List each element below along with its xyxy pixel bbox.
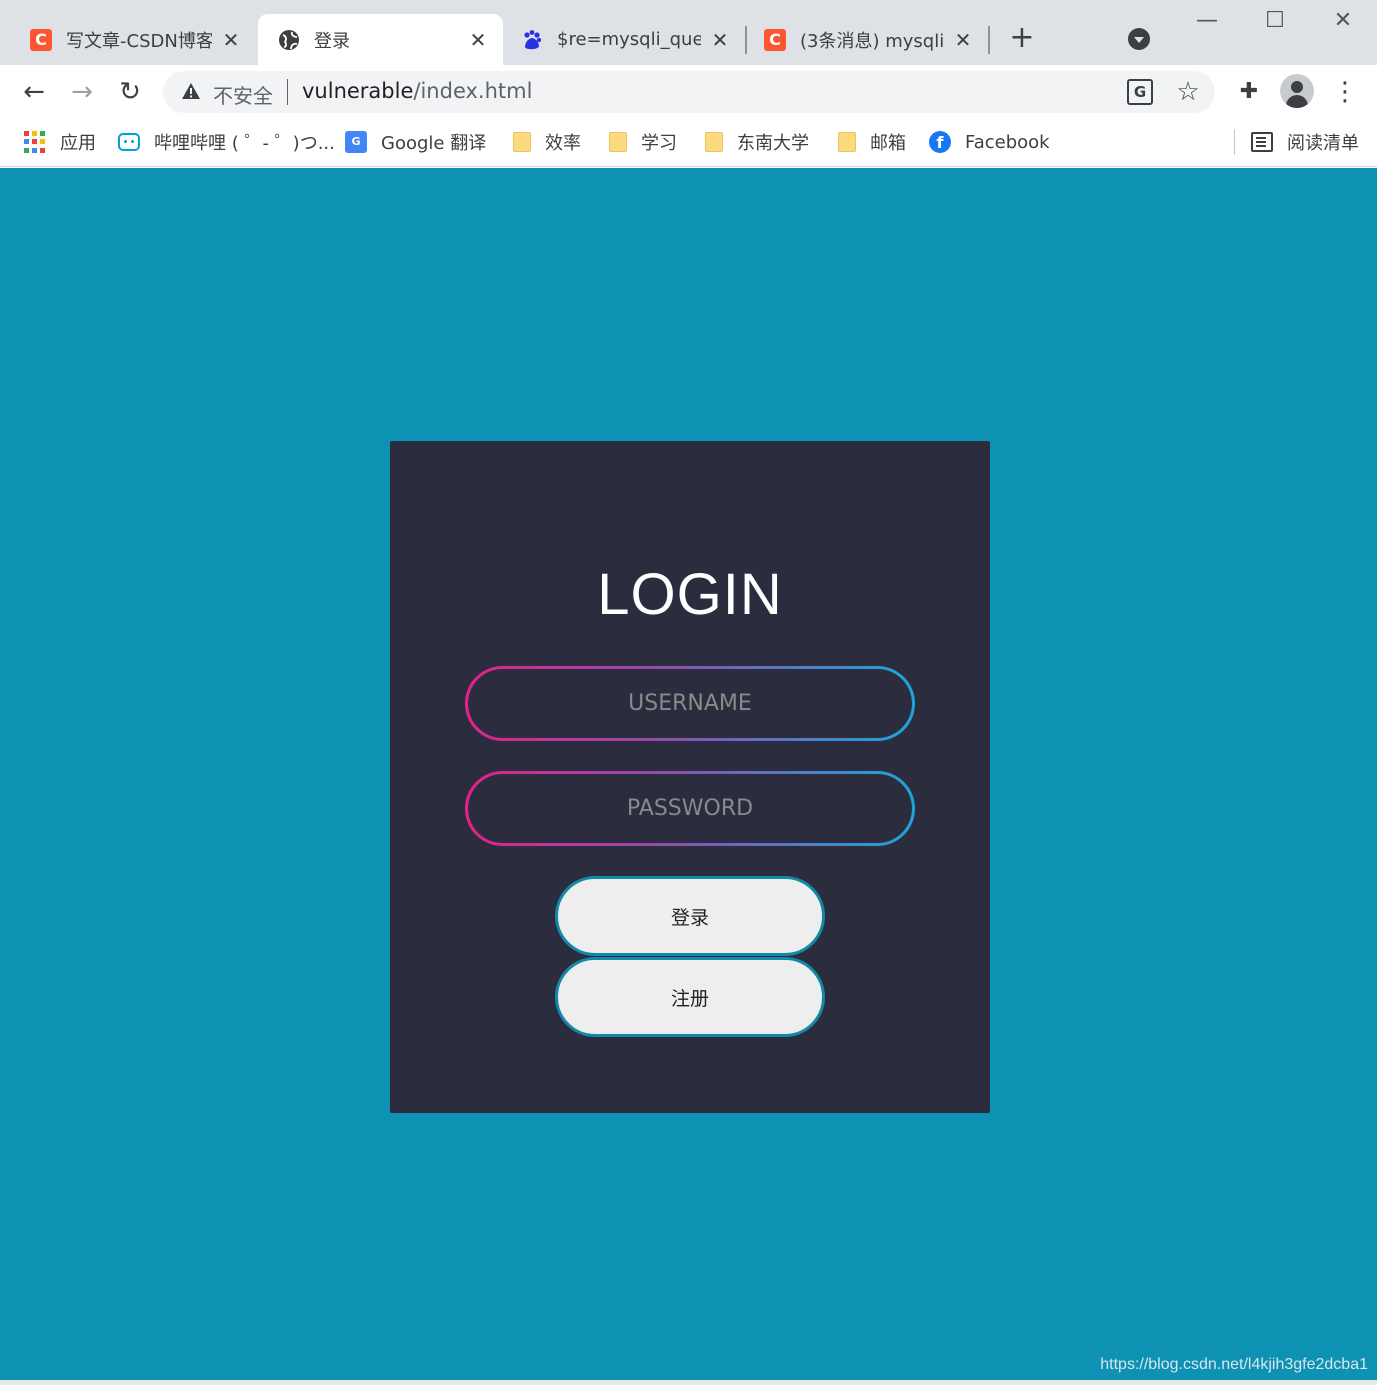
profile-avatar[interactable]	[1280, 74, 1314, 108]
bookmarks-bar: 应用 哔哩哔哩 ( ゜- ゜)つ... G Google 翻译 效率 学习 东南…	[0, 119, 1377, 167]
folder-icon	[838, 132, 856, 152]
browser-toolbar: ← → ↻ 不安全 vulnerable/index.html G ☆ ✚ ⋮	[0, 65, 1377, 119]
password-field-border	[465, 771, 915, 846]
reading-list-icon	[1251, 132, 1273, 152]
bookmark-label: 学习	[641, 133, 677, 154]
bilibili-icon	[118, 133, 140, 151]
bookmark-label: 效率	[545, 133, 581, 154]
apps-grid-icon	[24, 131, 46, 153]
close-icon[interactable]: ✕	[952, 28, 974, 52]
login-title: LOGIN	[597, 562, 783, 627]
bookmarks-divider	[1234, 129, 1235, 155]
tab-title: 登录	[314, 30, 350, 52]
bookmark-label: 应用	[60, 133, 96, 154]
close-icon[interactable]: ✕	[709, 28, 731, 52]
baidu-paw-icon	[521, 29, 543, 51]
tab-strip: C 写文章-CSDN博客 ✕ 登录 ✕ $re=mysqli_query ✕ C…	[0, 0, 1377, 65]
bookmark-label: Facebook	[965, 131, 1050, 153]
tab-csdn-write[interactable]: C 写文章-CSDN博客 ✕	[0, 14, 256, 65]
maximize-button[interactable]: ☐	[1260, 8, 1290, 38]
bookmark-google-translate[interactable]: G Google 翻译	[345, 129, 486, 155]
minimize-button[interactable]: —	[1192, 8, 1222, 38]
url-text[interactable]: vulnerable/index.html	[302, 79, 532, 103]
tab-divider	[745, 26, 747, 54]
folder-icon	[609, 132, 627, 152]
security-label[interactable]: 不安全	[213, 80, 273, 109]
login-button[interactable]: 登录	[555, 876, 825, 956]
url-host: vulnerable	[302, 79, 414, 103]
warning-icon[interactable]	[181, 81, 201, 101]
tab-title: (3条消息) mysqli_	[800, 30, 944, 52]
facebook-icon: f	[929, 131, 951, 153]
forward-button[interactable]: →	[67, 77, 97, 107]
folder-icon	[705, 132, 723, 152]
tab-divider	[988, 26, 990, 54]
bookmark-star-icon[interactable]: ☆	[1175, 79, 1201, 105]
tab-login[interactable]: 登录 ✕	[258, 14, 503, 65]
back-button[interactable]: ←	[19, 77, 49, 107]
extensions-icon[interactable]: ✚	[1234, 77, 1264, 107]
tab-search-icon[interactable]	[1128, 28, 1150, 50]
bookmark-folder-study[interactable]: 学习	[609, 129, 677, 155]
folder-icon	[513, 132, 531, 152]
bookmark-bilibili[interactable]: 哔哩哔哩 ( ゜- ゜)つ...	[118, 129, 335, 155]
google-translate-icon: G	[345, 131, 367, 153]
bookmark-apps[interactable]: 应用	[24, 129, 96, 155]
menu-icon[interactable]: ⋮	[1330, 77, 1360, 107]
avatar-head	[1291, 81, 1303, 93]
tab-title: $re=mysqli_query	[557, 29, 701, 50]
csdn-icon: C	[30, 28, 52, 51]
password-input[interactable]	[468, 774, 912, 843]
omnibox-divider	[287, 79, 288, 105]
tab-csdn-messages[interactable]: C (3条消息) mysqli_ ✕	[748, 14, 988, 65]
bookmark-facebook[interactable]: f Facebook	[929, 129, 1050, 155]
bookmark-folder-efficiency[interactable]: 效率	[513, 129, 581, 155]
bookmark-label: 东南大学	[737, 133, 809, 154]
login-panel: LOGIN 登录 注册	[390, 441, 990, 1113]
avatar-body	[1286, 95, 1308, 108]
reload-button[interactable]: ↻	[115, 77, 145, 107]
username-field-border	[465, 666, 915, 741]
tab-baidu-search[interactable]: $re=mysqli_query ✕	[503, 14, 745, 65]
register-button[interactable]: 注册	[555, 957, 825, 1037]
window-close-button[interactable]: ✕	[1328, 8, 1358, 38]
bookmark-label: Google 翻译	[381, 133, 487, 154]
window-bottom-edge	[0, 1380, 1377, 1385]
new-tab-button[interactable]: +	[1008, 23, 1036, 53]
translate-icon[interactable]: G	[1127, 79, 1153, 105]
tab-title: 写文章-CSDN博客	[66, 30, 212, 52]
page-viewport: LOGIN 登录 注册	[0, 168, 1377, 1380]
reading-list-button[interactable]: 阅读清单	[1251, 129, 1359, 155]
bookmark-folder-seu[interactable]: 东南大学	[705, 129, 809, 155]
globe-icon	[278, 29, 300, 51]
close-icon[interactable]: ✕	[220, 28, 242, 52]
bookmark-label: 哔哩哔哩 ( ゜- ゜)つ...	[154, 133, 335, 154]
csdn-icon: C	[764, 28, 786, 51]
url-path: /index.html	[413, 79, 533, 103]
address-bar[interactable]: 不安全 vulnerable/index.html G ☆	[163, 71, 1215, 113]
bookmark-folder-mail[interactable]: 邮箱	[838, 129, 906, 155]
close-icon[interactable]: ✕	[467, 28, 489, 52]
watermark: https://blog.csdn.net/l4kjih3gfe2dcba1	[1100, 1356, 1368, 1373]
bookmark-label: 邮箱	[870, 133, 906, 154]
reading-list-label: 阅读清单	[1287, 133, 1359, 154]
username-input[interactable]	[468, 669, 912, 738]
